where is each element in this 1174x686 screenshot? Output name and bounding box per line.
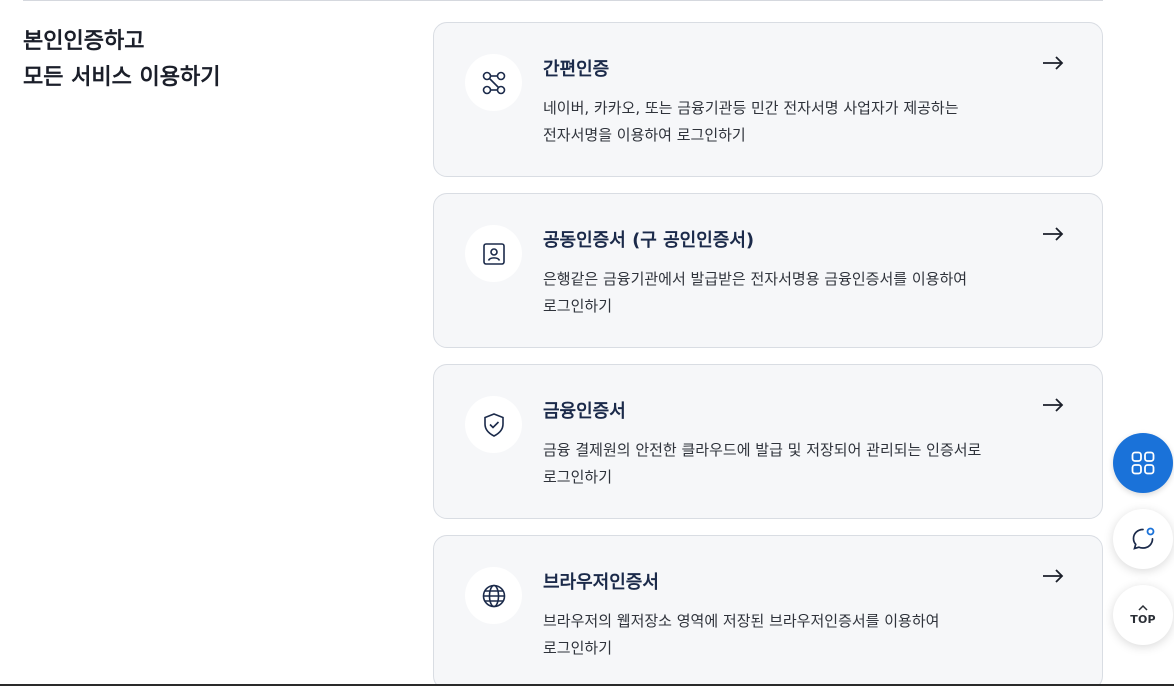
arrow-right-icon	[1043, 227, 1064, 241]
scroll-top-button[interactable]: TOP	[1113, 585, 1173, 645]
heading-line-1: 본인인증하고	[23, 29, 145, 54]
page: 본인인증하고 모든 서비스 이용하기 간편인증 네이버, 카카오, 또는 금융기…	[0, 0, 1174, 686]
arrow-right-icon	[1043, 398, 1064, 412]
desc-line-2: 전자서명을 이용하여 로그인하기	[543, 126, 746, 144]
browser-certificate-card[interactable]: 브라우저인증서 브라우저의 웹저장소 영역에 저장된 브라우저인증서를 이용하여…	[433, 535, 1103, 686]
top-divider	[23, 0, 1103, 1]
joint-certificate-card[interactable]: 공동인증서 (구 공인인증서) 은행같은 금융기관에서 발급받은 전자서명용 금…	[433, 193, 1103, 348]
card-title: 간편인증	[543, 59, 610, 80]
section-heading: 본인인증하고 모든 서비스 이용하기	[23, 24, 220, 96]
arrow-right-icon	[1043, 56, 1064, 70]
arrow-right-icon	[1043, 569, 1064, 583]
id-card-icon	[482, 242, 505, 265]
card-description: 브라우저의 웹저장소 영역에 저장된 브라우저인증서를 이용하여 로그인하기	[543, 608, 1023, 662]
desc-line-1: 네이버, 카카오, 또는 금융기관등 민간 전자서명 사업자가 제공하는	[543, 99, 959, 117]
desc-line-1: 금융 결제원의 안전한 클라우드에 발급 및 저장되어 관리되는 인증서로	[543, 441, 982, 459]
desc-line-2: 로그인하기	[543, 639, 613, 657]
shield-check-icon	[483, 412, 504, 437]
icon-circle	[465, 567, 522, 624]
simple-auth-card[interactable]: 간편인증 네이버, 카카오, 또는 금융기관등 민간 전자서명 사업자가 제공하…	[433, 22, 1103, 177]
chat-bubble-icon	[1132, 527, 1155, 550]
grid-menu-icon	[1131, 451, 1155, 475]
card-description: 은행같은 금융기관에서 발급받은 전자서명용 금융인증서를 이용하여 로그인하기	[543, 266, 1023, 320]
desc-line-1: 브라우저의 웹저장소 영역에 저장된 브라우저인증서를 이용하여	[543, 612, 940, 630]
icon-circle	[465, 225, 522, 282]
heading-line-2: 모든 서비스 이용하기	[23, 65, 221, 90]
icon-circle	[465, 396, 522, 453]
nodes-link-icon	[482, 71, 505, 94]
card-title: 브라우저인증서	[543, 572, 659, 593]
card-title: 공동인증서 (구 공인인증서)	[543, 230, 755, 251]
desc-line-2: 로그인하기	[543, 297, 613, 315]
globe-icon	[482, 584, 505, 607]
card-title: 금융인증서	[543, 401, 626, 422]
top-label: TOP	[1130, 613, 1156, 626]
chevron-up-icon	[1138, 604, 1148, 611]
desc-line-2: 로그인하기	[543, 468, 613, 486]
financial-certificate-card[interactable]: 금융인증서 금융 결제원의 안전한 클라우드에 발급 및 저장되어 관리되는 인…	[433, 364, 1103, 519]
card-description: 네이버, 카카오, 또는 금융기관등 민간 전자서명 사업자가 제공하는 전자서…	[543, 95, 1023, 149]
icon-circle	[465, 54, 522, 111]
card-description: 금융 결제원의 안전한 클라우드에 발급 및 저장되어 관리되는 인증서로 로그…	[543, 437, 1023, 491]
chatbot-button[interactable]	[1113, 509, 1173, 569]
quick-menu-button[interactable]	[1113, 433, 1173, 493]
desc-line-1: 은행같은 금융기관에서 발급받은 전자서명용 금융인증서를 이용하여	[543, 270, 968, 288]
